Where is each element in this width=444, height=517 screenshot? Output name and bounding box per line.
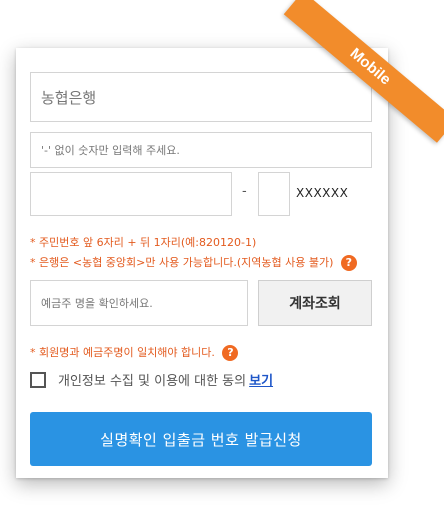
consent-text: 개인정보 수집 및 이용에 대한 동의 xyxy=(58,374,247,389)
account-number-input[interactable]: '-' 없이 숫자만 입력해 주세요. xyxy=(30,132,372,168)
help-icon[interactable]: ? xyxy=(340,255,357,271)
id-format-note: * 주민번호 앞 6자리 + 뒤 1자리(예:820120-1) xyxy=(30,234,256,250)
verify-account-button[interactable]: 계좌조회 xyxy=(258,280,372,326)
bank-note: * 은행은 <농협 중앙회>만 사용 가능합니다.(지역농협 사용 불가) ? xyxy=(30,254,357,271)
submit-button[interactable]: 실명확인 입출금 번호 발급신청 xyxy=(30,412,372,466)
bank-select-value: 농협은행 xyxy=(41,88,97,107)
bank-select[interactable]: 농협은행 xyxy=(30,72,372,122)
help-icon[interactable]: ? xyxy=(222,345,239,361)
account-number-placeholder: '-' 없이 숫자만 입력해 주세요. xyxy=(41,144,180,157)
id-format-note-text: * 주민번호 앞 6자리 + 뒤 1자리(예:820120-1) xyxy=(30,236,257,249)
verify-account-label: 계좌조회 xyxy=(289,296,341,312)
id-front-input[interactable] xyxy=(30,172,232,216)
consent-view-link[interactable]: 보기 xyxy=(249,370,273,389)
privacy-consent: 개인정보 수집 및 이용에 대한 동의 보기 xyxy=(30,370,273,389)
consent-checkbox[interactable] xyxy=(30,371,46,388)
account-holder-placeholder: 예금주 명을 확인하세요. xyxy=(41,297,153,310)
id-back-digit-input[interactable] xyxy=(258,172,290,216)
form-card: 농협은행 '-' 없이 숫자만 입력해 주세요. - XXXXXX * 주민번호… xyxy=(16,48,388,478)
submit-label: 실명확인 입출금 번호 발급신청 xyxy=(100,430,302,449)
name-match-note-text: * 회원명과 예금주명이 일치해야 합니다. xyxy=(30,346,215,359)
name-match-note: * 회원명과 예금주명이 일치해야 합니다. ? xyxy=(30,344,239,361)
account-holder-input[interactable]: 예금주 명을 확인하세요. xyxy=(30,280,248,326)
bank-note-text: * 은행은 <농협 중앙회>만 사용 가능합니다.(지역농협 사용 불가) xyxy=(30,256,334,269)
id-back-mask: XXXXXX xyxy=(296,186,349,200)
id-dash: - xyxy=(242,184,247,199)
